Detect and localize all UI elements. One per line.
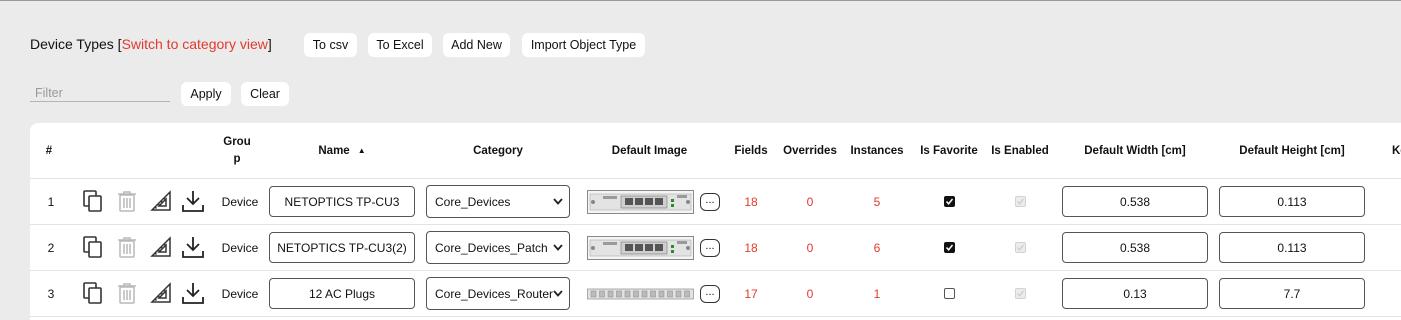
category-value: Core_Devices <box>435 194 511 209</box>
import-object-type-button[interactable]: Import Object Type <box>522 33 645 57</box>
column-header-instances[interactable]: Instances <box>847 123 907 178</box>
is-favorite-checkbox[interactable] <box>943 288 955 299</box>
clear-button[interactable]: Clear <box>241 82 289 106</box>
group-header-line1: Grou <box>223 135 251 148</box>
instances-count[interactable]: 6 <box>847 225 907 270</box>
column-header-default-height[interactable]: Default Height [cm] <box>1219 123 1365 178</box>
row-number: 1 <box>47 194 55 209</box>
default-width-input[interactable]: 0.538 <box>1062 186 1208 217</box>
apply-button[interactable]: Apply <box>181 82 231 106</box>
name-input[interactable]: 12 AC Plugs <box>269 278 415 309</box>
download-icon[interactable] <box>181 281 205 305</box>
category-value: Core_Devices_Router <box>435 286 554 301</box>
row-group: Device <box>221 194 259 209</box>
copy-icon[interactable] <box>81 281 105 305</box>
category-select[interactable]: Core_Devices_Patch <box>426 231 570 264</box>
image-more-button[interactable]: ... <box>700 238 720 257</box>
to-csv-button[interactable]: To csv <box>304 33 357 57</box>
column-header-next[interactable]: Ke <box>1392 123 1401 178</box>
download-icon[interactable] <box>181 235 205 259</box>
ruler-triangle-icon[interactable] <box>149 235 173 259</box>
overrides-count[interactable]: 0 <box>780 225 840 270</box>
row-divider <box>30 316 1401 317</box>
ruler-triangle-icon[interactable] <box>149 189 173 213</box>
default-image-preview[interactable] <box>586 179 694 224</box>
column-header-default-image[interactable]: Default Image <box>586 123 713 178</box>
device-types-table: # Grou p Name ▲ Category Default Image F… <box>30 123 1401 320</box>
column-header-is-enabled[interactable]: Is Enabled <box>985 123 1055 178</box>
row-group: Device <box>221 240 259 255</box>
table-row: 3 Device 12 AC Plugs Core_Devices_Router… <box>30 271 1401 316</box>
fields-count[interactable]: 18 <box>730 179 772 224</box>
top-border <box>0 0 1401 1</box>
copy-icon[interactable] <box>81 189 105 213</box>
group-header-line2: p <box>233 152 241 165</box>
switch-to-category-view-link[interactable]: Switch to category view <box>122 36 268 52</box>
overrides-count[interactable]: 0 <box>780 271 840 316</box>
ruler-triangle-icon[interactable] <box>149 281 173 305</box>
column-header-is-favorite[interactable]: Is Favorite <box>915 123 983 178</box>
instances-count[interactable]: 1 <box>847 271 907 316</box>
table-row: 1 Device NETOPTICS TP-CU3 Core_Devices .… <box>30 179 1401 224</box>
name-input[interactable]: NETOPTICS TP-CU3 <box>269 186 415 217</box>
is-enabled-checkbox <box>1014 242 1026 253</box>
is-favorite-checkbox[interactable] <box>943 196 955 207</box>
add-new-button[interactable]: Add New <box>443 33 510 57</box>
chevron-down-icon <box>553 198 563 205</box>
is-enabled-checkbox <box>1014 196 1026 207</box>
image-more-button[interactable]: ... <box>700 192 720 211</box>
trash-icon[interactable] <box>115 281 139 305</box>
fields-count[interactable]: 17 <box>730 271 772 316</box>
row-number: 2 <box>47 240 55 255</box>
overrides-count[interactable]: 0 <box>780 179 840 224</box>
filter-input[interactable] <box>30 84 170 102</box>
page-title: Device Types [Switch to category view] <box>30 36 272 52</box>
download-icon[interactable] <box>181 189 205 213</box>
column-header-group[interactable]: Grou p <box>216 123 258 178</box>
default-height-input[interactable]: 0.113 <box>1219 186 1365 217</box>
row-number: 3 <box>47 286 55 301</box>
is-favorite-checkbox[interactable] <box>943 242 955 253</box>
default-height-input[interactable]: 7.7 <box>1219 278 1365 309</box>
trash-icon[interactable] <box>115 235 139 259</box>
name-header-label: Name <box>318 144 350 157</box>
column-header-number: # <box>45 144 53 157</box>
default-width-input[interactable]: 0.538 <box>1062 232 1208 263</box>
copy-icon[interactable] <box>81 235 105 259</box>
category-select[interactable]: Core_Devices <box>426 185 570 218</box>
to-excel-button[interactable]: To Excel <box>368 33 432 57</box>
default-image-preview[interactable] <box>586 271 694 316</box>
default-width-input[interactable]: 0.13 <box>1062 278 1208 309</box>
image-more-button[interactable]: ... <box>700 284 720 303</box>
column-header-overrides[interactable]: Overrides <box>780 123 840 178</box>
row-group: Device <box>221 286 259 301</box>
category-select[interactable]: Core_Devices_Router <box>426 277 570 310</box>
sort-ascending-icon: ▲ <box>357 146 366 155</box>
default-height-input[interactable]: 0.113 <box>1219 232 1365 263</box>
fields-count[interactable]: 18 <box>730 225 772 270</box>
instances-count[interactable]: 5 <box>847 179 907 224</box>
name-input[interactable]: NETOPTICS TP-CU3(2) <box>269 232 415 263</box>
title-bracket: ] <box>267 36 272 52</box>
category-value: Core_Devices_Patch <box>435 240 548 255</box>
is-enabled-checkbox <box>1014 288 1026 299</box>
default-image-preview[interactable] <box>586 225 694 270</box>
trash-icon[interactable] <box>115 189 139 213</box>
column-header-name[interactable]: Name ▲ <box>269 123 415 178</box>
title-text: Device Types [ <box>30 36 122 52</box>
column-header-fields[interactable]: Fields <box>730 123 772 178</box>
column-header-default-width[interactable]: Default Width [cm] <box>1062 123 1208 178</box>
chevron-down-icon <box>553 244 563 251</box>
chevron-down-icon <box>553 290 563 297</box>
table-row: 2 Device NETOPTICS TP-CU3(2) Core_Device… <box>30 225 1401 270</box>
column-header-category[interactable]: Category <box>426 123 570 178</box>
